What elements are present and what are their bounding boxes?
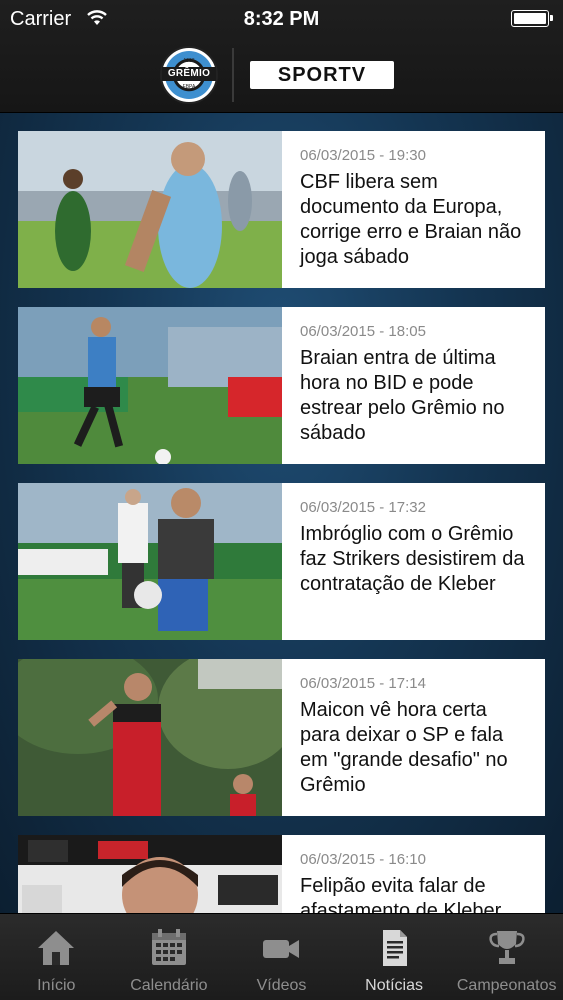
top-bar: Carrier 8:32 PM 1903 GRÊMIO FBPA SPORTV	[0, 0, 563, 113]
news-thumbnail	[18, 659, 282, 816]
battery-icon	[511, 10, 553, 27]
document-icon	[383, 930, 408, 966]
partner-logo: SPORTV	[250, 61, 394, 89]
status-bar: Carrier 8:32 PM	[0, 0, 563, 38]
clock: 8:32 PM	[243, 8, 320, 30]
news-thumbnail	[18, 483, 282, 640]
news-date: 06/03/2015 - 16:10	[300, 851, 426, 868]
news-title: Felipão evita falar de afastamento de Kl…	[300, 875, 502, 913]
trophy-icon	[489, 931, 525, 964]
tab-campeonatos[interactable]: Campeonatos	[450, 914, 563, 1000]
news-thumbnail	[18, 131, 282, 288]
news-card[interactable]: 06/03/2015 - 17:14 Maicon vê hora certa …	[18, 659, 545, 816]
news-date: 06/03/2015 - 17:14	[300, 675, 426, 692]
news-card[interactable]: 06/03/2015 - 16:10 Felipão evita falar d…	[18, 835, 545, 913]
news-title: CBF libera sem documento da Europa, corr…	[300, 171, 522, 268]
calendar-icon	[151, 929, 186, 965]
news-date: 06/03/2015 - 17:32	[300, 499, 426, 516]
news-date: 06/03/2015 - 18:05	[300, 323, 426, 340]
news-title: Maicon vê hora certa para deixar o SP e …	[300, 699, 508, 796]
house-icon	[38, 931, 75, 965]
header-divider	[232, 48, 234, 102]
tab-noticias[interactable]: Notícias	[338, 914, 451, 1000]
news-list[interactable]: 06/03/2015 - 19:30 CBF libera sem docume…	[0, 113, 563, 913]
tab-videos[interactable]: Vídeos	[225, 914, 338, 1000]
news-thumbnail	[18, 307, 282, 464]
tab-calendario[interactable]: Calendário	[113, 914, 226, 1000]
news-card[interactable]: 06/03/2015 - 17:32 Imbróglio com o Grêmi…	[18, 483, 545, 640]
news-title: Imbróglio com o Grêmio faz Strikers desi…	[300, 523, 525, 595]
news-date: 06/03/2015 - 19:30	[300, 147, 426, 164]
tab-inicio[interactable]: Início	[0, 914, 113, 1000]
news-thumbnail	[18, 835, 282, 913]
news-title: Braian entra de última hora no BID e pod…	[300, 347, 505, 444]
news-card[interactable]: 06/03/2015 - 18:05 Braian entra de últim…	[18, 307, 545, 464]
video-camera-icon	[263, 940, 300, 958]
club-logo: 1903 GRÊMIO FBPA	[160, 46, 218, 104]
tab-bar: Início Calendário Vídeos Notícias Campeo…	[0, 913, 563, 1000]
news-card[interactable]: 06/03/2015 - 19:30 CBF libera sem docume…	[18, 131, 545, 288]
